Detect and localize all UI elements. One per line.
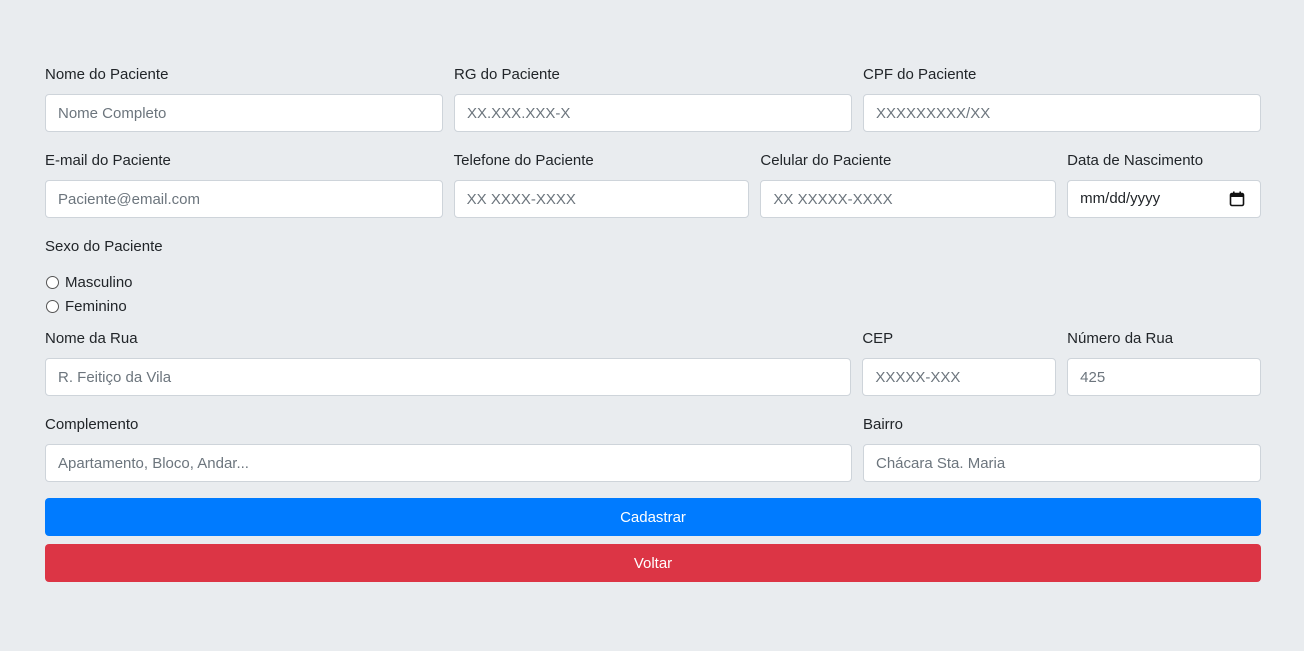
bairro-label: Bairro [863, 416, 904, 433]
email-input[interactable] [45, 180, 443, 218]
numero-input[interactable] [1067, 358, 1262, 396]
voltar-button[interactable]: Voltar [45, 544, 1261, 582]
cpf-input[interactable] [863, 94, 1261, 132]
field-telefone: Telefone do Paciente [453, 150, 750, 218]
nome-input[interactable] [45, 94, 443, 132]
field-email: E-mail do Paciente [45, 150, 443, 218]
radio-masculino-circle[interactable] [46, 275, 59, 289]
bairro-input[interactable] [863, 444, 1261, 482]
radio-feminino-label: Feminino [65, 297, 127, 315]
rg-input[interactable] [454, 94, 852, 132]
field-rua: Nome da Rua [45, 328, 852, 396]
complemento-input[interactable] [45, 444, 852, 482]
field-bairro: Bairro [863, 414, 1261, 482]
field-celular: Celular do Paciente [760, 150, 1057, 218]
numero-label: Número da Rua [1067, 330, 1174, 347]
complemento-label: Complemento [45, 416, 139, 433]
field-complemento: Complemento [45, 414, 852, 482]
rua-label: Nome da Rua [45, 330, 138, 347]
field-cpf: CPF do Paciente [863, 64, 1261, 132]
nascimento-label: Data de Nascimento [1067, 152, 1204, 169]
cpf-label: CPF do Paciente [863, 66, 977, 83]
date-input-wrapper: mm/dd/yyyy [1067, 180, 1261, 218]
field-cep: CEP [862, 328, 1057, 396]
nascimento-date-input[interactable] [1067, 180, 1261, 218]
field-nome: Nome do Paciente [45, 64, 443, 132]
cep-label: CEP [862, 330, 894, 347]
form-row-identification: Nome do Paciente RG do Paciente CPF do P… [45, 64, 1261, 132]
radio-masculino-label: Masculino [65, 273, 133, 291]
radio-feminino[interactable]: Feminino [45, 294, 1261, 318]
form-row-contact: E-mail do Paciente Telefone do Paciente … [45, 150, 1261, 218]
radio-feminino-circle[interactable] [46, 299, 59, 313]
sexo-group: Sexo do Paciente Masculino Feminino [45, 236, 1261, 318]
field-nascimento: Data de Nascimento mm/dd/yyyy [1067, 150, 1261, 218]
field-numero: Número da Rua [1067, 328, 1262, 396]
telefone-input[interactable] [453, 180, 750, 218]
email-label: E-mail do Paciente [45, 152, 171, 169]
nome-label: Nome do Paciente [45, 66, 169, 83]
rua-input[interactable] [45, 358, 852, 396]
form-row-address: Nome da Rua CEP Número da Rua [45, 328, 1262, 396]
cep-input[interactable] [862, 358, 1057, 396]
radio-masculino[interactable]: Masculino [45, 270, 1261, 294]
celular-input[interactable] [760, 180, 1057, 218]
celular-label: Celular do Paciente [760, 152, 892, 169]
form-row-complement: Complemento Bairro [45, 414, 1261, 482]
rg-label: RG do Paciente [454, 66, 560, 83]
telefone-label: Telefone do Paciente [453, 152, 594, 169]
field-rg: RG do Paciente [454, 64, 852, 132]
sexo-label: Sexo do Paciente [45, 238, 163, 255]
cadastrar-button[interactable]: Cadastrar [45, 498, 1261, 536]
patient-form: Nome do Paciente RG do Paciente CPF do P… [45, 64, 1262, 582]
